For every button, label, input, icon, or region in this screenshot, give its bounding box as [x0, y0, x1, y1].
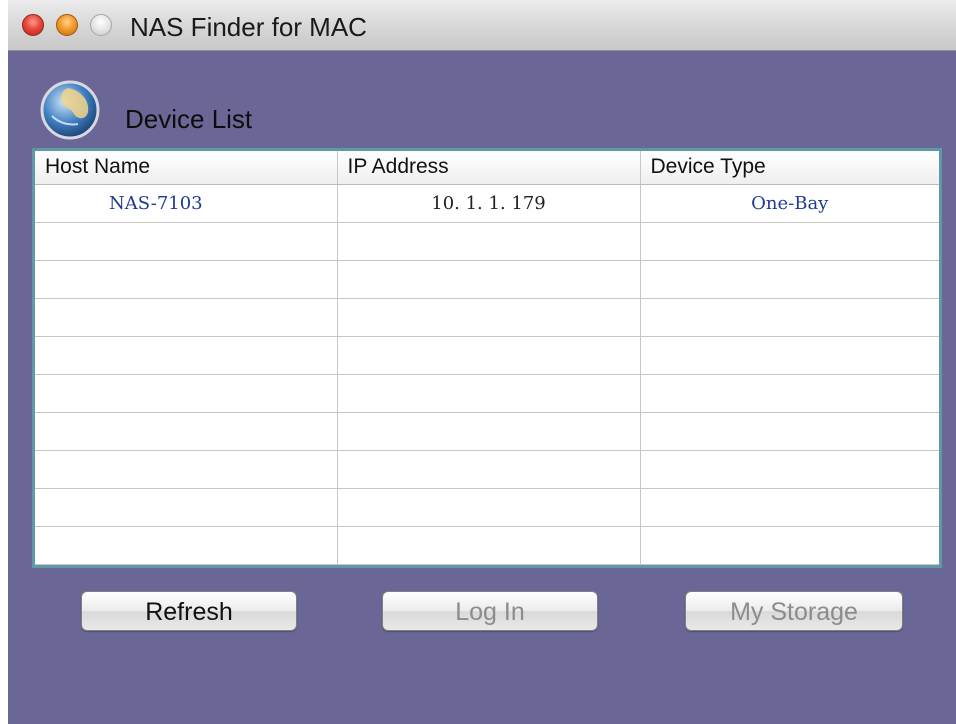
cell-device-type[interactable]: One-Bay: [640, 184, 939, 223]
table-row-empty: [35, 222, 939, 261]
my-storage-button[interactable]: My Storage: [685, 591, 903, 631]
log-in-button[interactable]: Log In: [382, 591, 598, 631]
title-bar[interactable]: NAS Finder for MAC: [8, 0, 956, 51]
refresh-button[interactable]: Refresh: [81, 591, 297, 631]
device-table: Host Name IP Address Device Type NAS-710…: [35, 151, 939, 565]
close-button[interactable]: [22, 14, 44, 36]
minimize-button[interactable]: [56, 14, 78, 36]
cell-host-name[interactable]: NAS-7103: [35, 184, 338, 223]
window-title: NAS Finder for MAC: [130, 12, 367, 42]
app-window: NAS Finder for MAC Device List Host Name…: [8, 0, 956, 724]
device-table-frame: Host Name IP Address Device Type NAS-710…: [32, 148, 942, 568]
table-header-row: Host Name IP Address Device Type: [35, 151, 939, 185]
table-row-empty: [35, 336, 939, 375]
column-header-device-type[interactable]: Device Type: [640, 151, 939, 185]
globe-icon: [38, 78, 102, 142]
table-row-empty: [35, 488, 939, 527]
table-row-empty: [35, 412, 939, 451]
column-header-host-name[interactable]: Host Name: [35, 151, 338, 185]
table-row[interactable]: NAS-7103 10. 1. 1. 179 One-Bay: [35, 184, 939, 223]
table-row-empty: [35, 260, 939, 299]
column-header-ip-address[interactable]: IP Address: [337, 151, 641, 185]
table-row-empty: [35, 298, 939, 337]
device-list-label: Device List: [125, 104, 253, 134]
cell-ip-address[interactable]: 10. 1. 1. 179: [337, 184, 641, 223]
table-row-empty: [35, 374, 939, 413]
table-row-empty: [35, 450, 939, 489]
zoom-button[interactable]: [90, 14, 112, 36]
table-row-empty: [35, 526, 939, 565]
